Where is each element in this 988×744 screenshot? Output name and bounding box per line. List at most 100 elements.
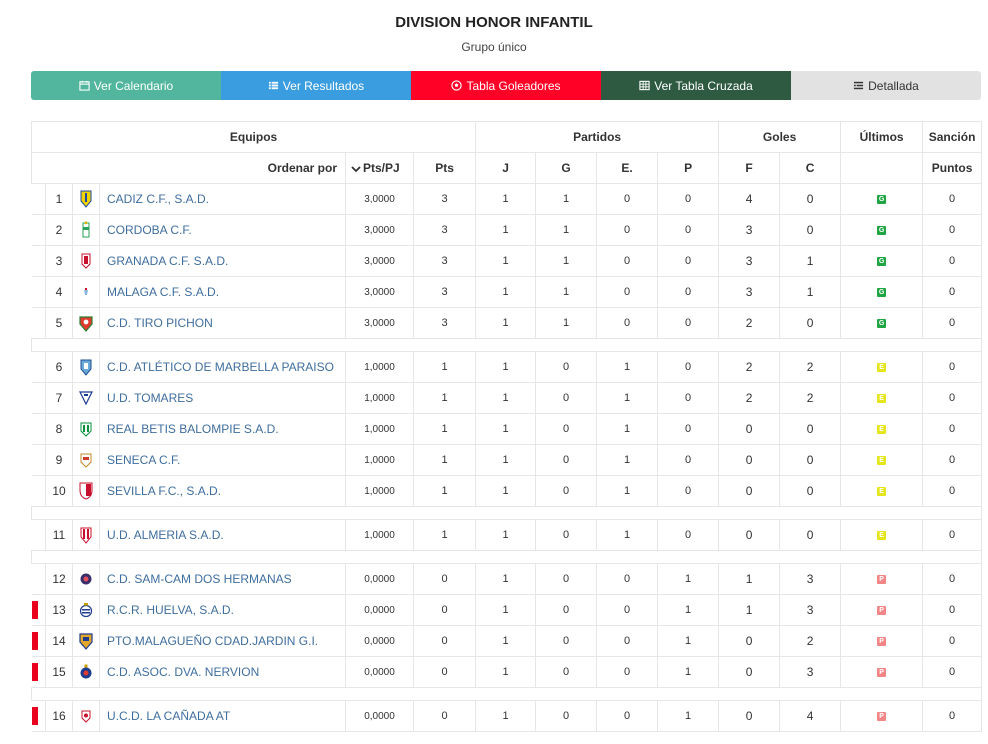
team-goals-for: 2 (718, 351, 781, 383)
view-nav: Ver Calendario Ver Resultados Tabla Gole… (31, 71, 981, 100)
team-name-link[interactable]: U.C.D. LA CAÑADA AT (99, 700, 346, 732)
team-goals-for: 1 (718, 594, 781, 626)
team-name-link[interactable]: R.C.R. HUELVA, S.A.D. (99, 594, 346, 626)
team-pts: 1 (412, 413, 477, 445)
table-row: 10 SEVILLA F.C., S.A.D. 1,0000 1 1 0 1 0 0 0 E 0 (31, 475, 983, 507)
separator-cell (30, 506, 983, 520)
team-drawn: 1 (596, 382, 659, 414)
team-goals-against: 0 (779, 183, 842, 215)
relegation-flag (31, 663, 38, 681)
sort-pts-pj-header[interactable]: Pts/PJ (345, 152, 414, 184)
last-result-badge: P (877, 637, 887, 647)
sancion-header: Sanción (922, 121, 983, 153)
table-row: 9 SENECA C.F. 1,0000 1 1 0 1 0 0 0 E 0 (31, 444, 983, 476)
chevron-down-icon (351, 166, 361, 173)
ver-resultados-button[interactable]: Ver Resultados (221, 71, 411, 100)
team-drawn: 0 (596, 276, 659, 308)
team-goals-for: 0 (718, 444, 781, 476)
team-name-link[interactable]: C.D. ATLÉTICO DE MARBELLA PARAISO (99, 351, 346, 383)
team-drawn: 0 (596, 245, 659, 277)
last-result-badge: E (877, 487, 887, 497)
team-lost: 1 (657, 594, 720, 626)
team-position: 4 (45, 276, 73, 308)
team-position: 10 (45, 475, 73, 507)
table-row: 7 U.D. TOMARES 1,0000 1 1 0 1 0 2 2 E 0 (31, 382, 983, 414)
table-row: 6 C.D. ATLÉTICO DE MARBELLA PARAISO 1,0000… (31, 351, 983, 383)
team-won: 1 (535, 183, 598, 215)
team-lost: 0 (657, 307, 720, 339)
ver-tabla-cruzada-button[interactable]: Ver Tabla Cruzada (601, 71, 791, 100)
team-goals-for: 0 (718, 413, 781, 445)
team-last-result: P (840, 625, 924, 657)
crest-sam-cam-icon (79, 570, 93, 588)
crest-huelva-icon (79, 601, 93, 619)
team-lost: 1 (657, 656, 720, 688)
f-header[interactable]: F (718, 152, 781, 184)
team-lost: 1 (657, 625, 720, 657)
team-name-link[interactable]: SEVILLA F.C., S.A.D. (99, 475, 346, 507)
team-sancion-points: 0 (922, 656, 983, 688)
table-row: 15 C.D. ASOC. DVA. NERVION 0,0000 0 1 0 0 1 0 3 P 0 (31, 656, 983, 688)
team-name-link[interactable]: GRANADA C.F. S.A.D. (99, 245, 346, 277)
team-crest (72, 413, 100, 445)
team-name-link[interactable]: SENECA C.F. (99, 444, 346, 476)
list-icon (268, 81, 278, 90)
team-played: 1 (475, 351, 537, 383)
team-name-link[interactable]: U.D. ALMERIA S.A.D. (99, 519, 346, 551)
e-header[interactable]: E. (596, 152, 659, 184)
team-sancion-points: 0 (922, 276, 983, 308)
team-name-link[interactable]: C.D. ASOC. DVA. NERVION (99, 656, 346, 688)
g-header[interactable]: G (535, 152, 598, 184)
team-last-result: E (840, 475, 924, 507)
team-position: 2 (45, 214, 73, 246)
group-separator-row (30, 687, 983, 701)
team-crest (72, 307, 100, 339)
ultimos-header: Últimos (840, 121, 924, 153)
team-name-link[interactable]: PTO.MALAGUEÑO CDAD.JARDIN G.I. (99, 625, 346, 657)
team-last-result: G (840, 214, 924, 246)
c-header[interactable]: C (779, 152, 842, 184)
separator-cell (30, 550, 983, 564)
calendar-icon (79, 80, 90, 91)
detallada-button[interactable]: Detallada (791, 71, 981, 100)
crest-cordoba-icon (79, 221, 93, 239)
tabla-goleadores-button[interactable]: Tabla Goleadores (411, 71, 601, 100)
team-drawn: 1 (596, 475, 659, 507)
team-goals-for: 0 (718, 475, 781, 507)
team-goals-for: 4 (718, 183, 781, 215)
partidos-header: Partidos (475, 121, 720, 153)
team-won: 0 (535, 475, 598, 507)
team-crest (72, 245, 100, 277)
team-sancion-points: 0 (922, 563, 983, 595)
table-row: 13 R.C.R. HUELVA, S.A.D. 0,0000 0 1 0 0 1 1 3 P 0 (31, 594, 983, 626)
team-pts: 0 (412, 594, 477, 626)
j-header[interactable]: J (475, 152, 537, 184)
team-won: 0 (535, 625, 598, 657)
team-name-link[interactable]: REAL BETIS BALOMPIE S.A.D. (99, 413, 346, 445)
relegation-flag (31, 601, 38, 619)
team-lost: 0 (657, 413, 720, 445)
team-name-link[interactable]: CADIZ C.F., S.A.D. (99, 183, 346, 215)
ultimos-subheader (840, 152, 924, 184)
team-name-link[interactable]: C.D. SAM-CAM DOS HERMANAS (99, 563, 346, 595)
team-name-link[interactable]: C.D. TIRO PICHON (99, 307, 346, 339)
team-last-result: G (840, 307, 924, 339)
team-goals-for: 3 (718, 245, 781, 277)
ver-calendario-label: Ver Calendario (93, 78, 174, 93)
team-pts-pj: 0,0000 (345, 625, 414, 657)
team-pts-pj: 0,0000 (345, 563, 414, 595)
ver-calendario-button[interactable]: Ver Calendario (31, 71, 221, 100)
team-name-link[interactable]: U.D. TOMARES (99, 382, 346, 414)
team-crest (72, 214, 100, 246)
team-pts-pj: 1,0000 (345, 382, 414, 414)
team-played: 1 (475, 307, 537, 339)
last-result-badge: E (877, 456, 887, 466)
p-header[interactable]: P (657, 152, 720, 184)
pts-header[interactable]: Pts (412, 152, 477, 184)
team-sancion-points: 0 (922, 625, 983, 657)
team-pts-pj: 3,0000 (345, 214, 414, 246)
last-result-badge: E (877, 394, 887, 404)
team-name-link[interactable]: CORDOBA C.F. (99, 214, 346, 246)
team-crest (72, 519, 100, 551)
team-name-link[interactable]: MALAGA C.F. S.A.D. (99, 276, 346, 308)
